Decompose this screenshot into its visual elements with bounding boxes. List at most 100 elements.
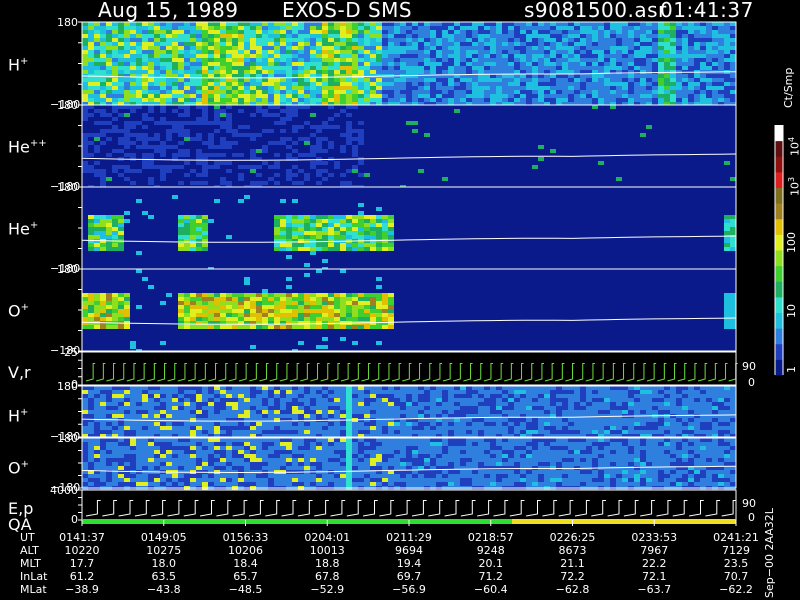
panel-label-vr: V,r [8,362,31,382]
cell-mlt: 18.0 [151,557,177,570]
tick-top-h_plus_2: 180 [57,380,78,393]
cell-ut: 0211:29 [386,531,432,544]
cell-inlat: 72.1 [642,570,667,583]
tick-right-top-ep: 90 [742,497,756,511]
cell-alt: 8673 [558,544,587,557]
cell-inlat: 69.7 [396,570,422,583]
cell-mlat: −38.9 [65,583,99,596]
colorbar-bin [775,203,783,220]
tick-top-vr: 25 [64,346,78,359]
panel-bg-ep [82,490,736,520]
panel-label-text: V,r [8,362,31,382]
tick-top-he_plus: 180 [57,181,78,194]
cell-mlt: 23.5 [723,557,749,570]
cell-inlat: 65.7 [233,570,258,583]
panel-label-sup: + [20,55,29,67]
cell-mlat: −52.9 [310,583,345,596]
cell-mlt: 17.7 [69,557,95,570]
panel-label-o_plus_1: O+ [8,300,29,319]
cell-alt: 7129 [722,544,750,557]
colorbar-tick: 104 [787,136,800,156]
cell-ut: 0149:05 [140,531,187,544]
cell-mlat: −62.8 [555,583,590,596]
colorbar-bin [775,187,783,204]
qa-bar-good [82,519,512,524]
tick-top-o_plus_1: 180 [57,263,78,276]
panel-label-o_plus_2: O+ [8,457,29,476]
cell-mlat: −43.8 [146,583,181,596]
cell-ut: 0204:01 [304,531,351,544]
colorbar-tick: 1 [785,366,798,373]
cell-mlt: 20.1 [478,557,504,570]
panel-label-h_plus_2: H+ [8,405,28,424]
row-label-inlat: InLat [20,570,48,583]
colorbar-bin [775,328,783,345]
colorbar-bin [775,281,783,298]
cell-alt: 10275 [146,544,182,557]
colorbar-tick: 10 [785,304,798,318]
cell-mlat: −56.9 [392,583,426,596]
cell-inlat: 67.8 [315,570,340,583]
cell-ut: 0218:57 [467,531,514,544]
cell-inlat: 70.7 [723,570,749,583]
panel-label-text: H [8,54,21,74]
panel-label-sup: + [29,220,39,232]
row-label-ut: UT [20,531,35,544]
cell-ut: 0233:53 [631,531,678,544]
colorbar-bin [775,171,783,188]
colorbar-bin [775,140,783,157]
row-label-alt: ALT [20,544,39,557]
cell-mlt: 22.2 [642,557,667,570]
cell-inlat: 71.2 [478,570,504,583]
cell-inlat: 63.5 [151,570,177,583]
panel-label-text: O [8,301,21,321]
panel-label-text: He [8,137,30,157]
cell-alt: 7967 [640,544,669,557]
cell-mlat: −48.5 [228,583,263,596]
colorbar-bin [775,359,783,376]
cell-mlt: 18.8 [315,557,340,570]
colorbar-unit: Ct/Smp [782,67,795,108]
colorbar-tick: 100 [785,232,798,253]
tick-bottom-ep: 0 [71,513,78,526]
colorbar-bin [775,125,783,142]
cell-ut: 0241:21 [713,531,759,544]
panel-label-sup: ++ [29,138,47,150]
tick-top-ep: 4000 [50,484,78,497]
tick-right-bottom-ep: 0 [748,511,755,524]
cell-alt: 10206 [228,544,263,557]
tick-top-he_pp: 180 [57,99,78,112]
colorbar-bin [775,250,783,267]
colorbar-bin [775,234,783,251]
cell-ut: 0141:37 [59,531,105,544]
cell-alt: 9694 [395,544,423,557]
plot-canvas [78,21,784,526]
colorbar-tick: 103 [787,176,800,196]
panel-label-text: H [8,406,21,426]
tick-right-top-vr: 90 [742,360,756,374]
cell-alt: 10013 [309,544,345,557]
panel-label-h_plus_1: H+ [8,54,28,73]
panel-label-text: O [8,458,21,478]
cell-ut: 0226:25 [549,531,596,544]
colorbar-bin [775,296,783,313]
panel-label-sup: + [20,459,29,470]
panel-label-sup: + [20,302,29,314]
panel-label-he_plus: He+ [8,218,38,237]
cell-alt: 9248 [476,544,505,557]
panel-label-he_pp: He++ [8,136,47,155]
row-label-mlt: MLT [20,557,41,570]
cell-inlat: 72.2 [560,570,585,583]
cell-mlt: 19.4 [396,557,422,570]
cell-mlat: −62.2 [719,583,753,596]
qa-bar-warn [512,519,736,524]
cell-mlat: −63.7 [637,583,672,596]
cell-inlat: 61.2 [69,570,95,583]
cell-mlt: 21.1 [560,557,585,570]
tick-right-bottom-vr: 0 [748,376,755,389]
cell-alt: 10220 [64,544,100,557]
colorbar-bin [775,343,783,360]
colorbar-bin [775,156,783,173]
tick-top-o_plus_2: 180 [57,432,78,445]
panel-label-text: He [8,219,30,239]
